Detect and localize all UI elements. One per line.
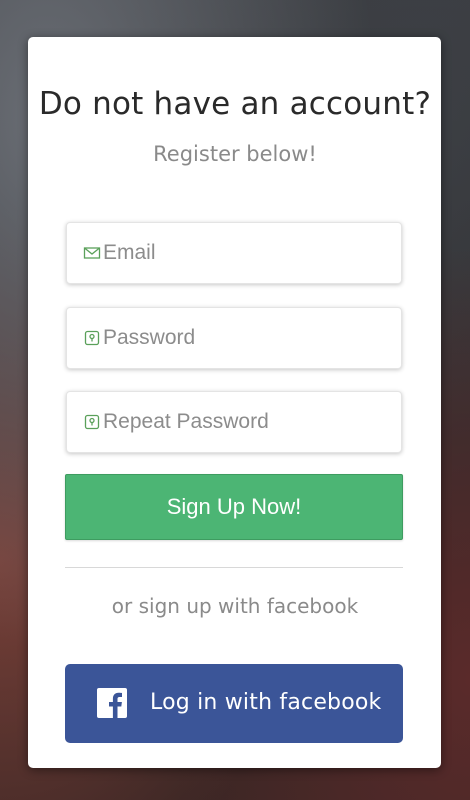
repeat-password-placeholder: Repeat Password bbox=[103, 410, 269, 433]
envelope-icon bbox=[83, 244, 101, 262]
email-field[interactable]: Email bbox=[66, 222, 402, 284]
lock-icon bbox=[83, 329, 101, 347]
facebook-login-button[interactable]: Log in with facebook bbox=[65, 664, 403, 743]
alternate-signup-text: or sign up with facebook bbox=[111, 594, 359, 618]
email-placeholder: Email bbox=[103, 241, 156, 264]
page-subtitle: Register below! bbox=[153, 142, 317, 166]
divider bbox=[65, 567, 403, 568]
page-title: Do not have an account? bbox=[38, 86, 432, 122]
password-placeholder: Password bbox=[103, 326, 196, 349]
facebook-button-label: Log in with facebook bbox=[150, 690, 382, 715]
sign-up-button[interactable]: Sign Up Now! bbox=[65, 474, 403, 540]
lock-icon bbox=[83, 413, 101, 431]
facebook-icon bbox=[97, 688, 127, 718]
password-field[interactable]: Password bbox=[66, 307, 402, 369]
repeat-password-field[interactable]: Repeat Password bbox=[66, 391, 402, 453]
